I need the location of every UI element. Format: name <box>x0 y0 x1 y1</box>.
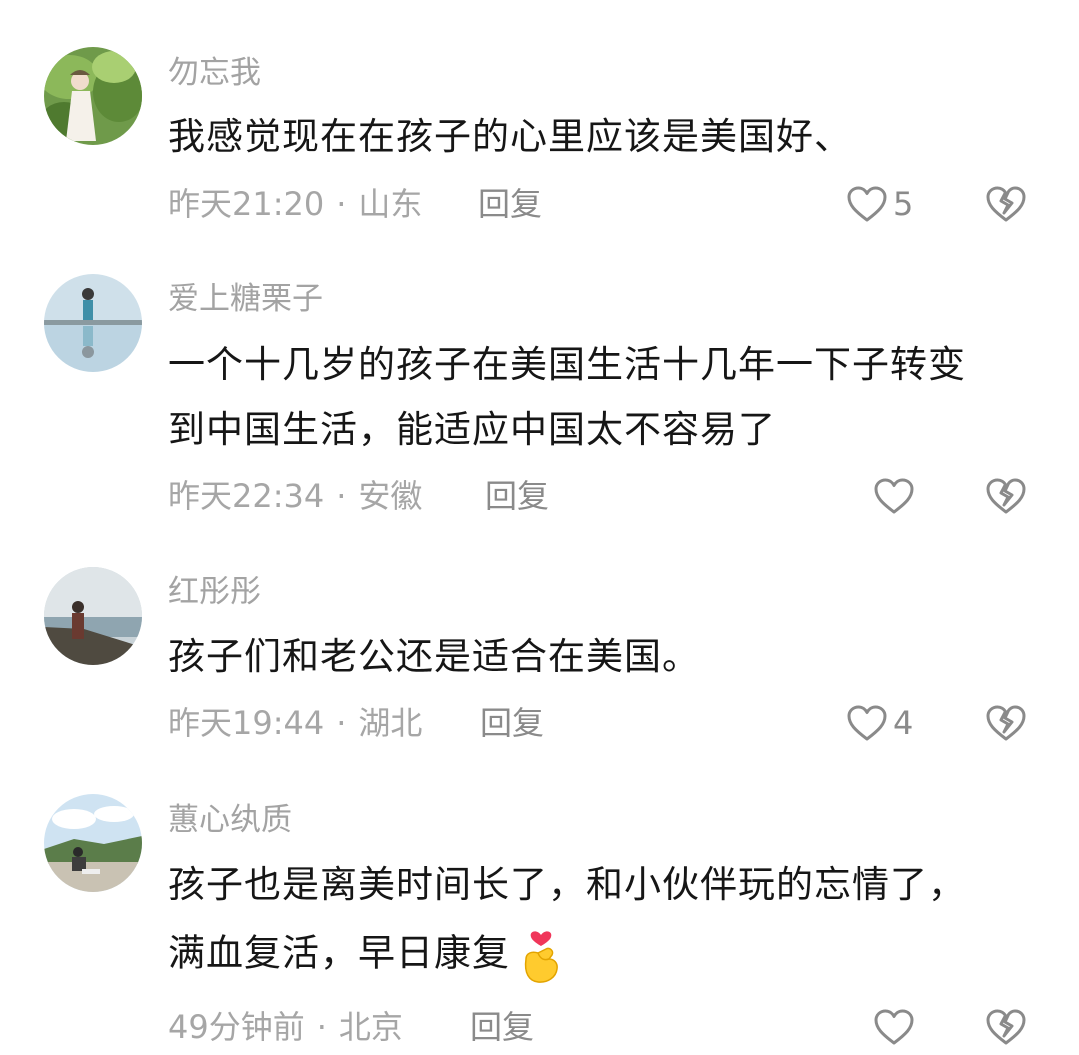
avatar[interactable] <box>44 567 142 665</box>
finger-heart-emoji <box>516 925 566 985</box>
heart-outline-icon <box>874 1009 914 1045</box>
username[interactable]: 爱上糖栗子 <box>168 279 323 319</box>
comment-text: 到中国生活，能适应中国太不容易了 <box>168 408 776 451</box>
reply-button[interactable]: 回复 <box>470 1007 534 1047</box>
username[interactable]: 红彤彤 <box>168 572 261 612</box>
comment-text: 满血复活，早日康复 <box>168 925 566 985</box>
location: 北京 <box>338 1008 403 1046</box>
like-button[interactable] <box>872 1005 920 1049</box>
timestamp: 昨天19:44 <box>168 704 325 742</box>
comment-meta: 昨天21:20 · 山东 <box>168 184 422 224</box>
timestamp: 昨天22:34 <box>168 477 325 515</box>
location: 湖北 <box>358 704 423 742</box>
like-count: 4 <box>893 704 914 742</box>
reply-button[interactable]: 回复 <box>478 184 542 224</box>
broken-heart-icon <box>986 186 1026 222</box>
like-button[interactable]: 5 <box>845 182 913 226</box>
comment-meta: 昨天22:34 · 安徽 <box>168 476 422 516</box>
broken-heart-icon <box>986 1009 1026 1045</box>
comment-meta: 49分钟前 · 北京 <box>168 1007 403 1047</box>
timestamp: 昨天21:20 <box>168 185 325 223</box>
avatar[interactable] <box>44 274 142 372</box>
reply-button[interactable]: 回复 <box>480 703 544 743</box>
timestamp: 49分钟前 <box>168 1008 305 1046</box>
heart-outline-icon <box>847 705 887 741</box>
avatar[interactable] <box>44 794 142 892</box>
username[interactable]: 蕙心纨质 <box>168 800 292 840</box>
like-button[interactable] <box>872 474 920 518</box>
comment-text: 孩子也是离美时间长了，和小伙伴玩的忘情了， <box>168 863 966 906</box>
dislike-button[interactable] <box>984 182 1028 226</box>
dislike-button[interactable] <box>984 701 1028 745</box>
heart-outline-icon <box>847 186 887 222</box>
location: 山东 <box>358 185 423 223</box>
location: 安徽 <box>358 477 423 515</box>
comment-text: 我感觉现在在孩子的心里应该是美国好、 <box>168 115 852 158</box>
dislike-button[interactable] <box>984 1005 1028 1049</box>
separator: · <box>316 1008 327 1046</box>
like-button[interactable]: 4 <box>845 701 913 745</box>
separator: · <box>336 477 347 515</box>
separator: · <box>336 704 347 742</box>
comment-text: 孩子们和老公还是适合在美国。 <box>168 635 700 678</box>
avatar[interactable] <box>44 47 142 145</box>
heart-outline-icon <box>874 478 914 514</box>
like-count: 5 <box>893 185 914 223</box>
reply-button[interactable]: 回复 <box>485 476 549 516</box>
username[interactable]: 勿忘我 <box>168 53 261 93</box>
dislike-button[interactable] <box>984 474 1028 518</box>
comment-text-part: 满血复活，早日康复 <box>168 931 510 975</box>
separator: · <box>336 185 347 223</box>
broken-heart-icon <box>986 705 1026 741</box>
comment-text: 一个十几岁的孩子在美国生活十几年一下子转变 <box>168 343 966 386</box>
comment-meta: 昨天19:44 · 湖北 <box>168 703 422 743</box>
broken-heart-icon <box>986 478 1026 514</box>
